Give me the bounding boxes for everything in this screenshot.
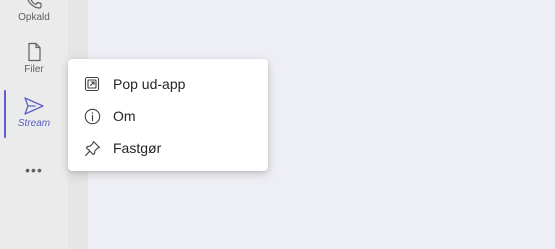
more-icon: ••• <box>25 162 43 178</box>
menu-item-label: Fastgør <box>113 140 162 156</box>
rail-item-files[interactable]: Filer <box>0 42 68 75</box>
rail-item-label: Opkald <box>18 12 50 23</box>
send-icon <box>24 97 44 115</box>
file-icon <box>28 42 41 62</box>
info-icon <box>83 107 101 125</box>
rail-item-label: Stream <box>17 118 51 129</box>
menu-item-pin[interactable]: Fastgør <box>68 132 268 164</box>
more-apps-button[interactable]: ••• <box>0 162 68 180</box>
rail-item-label: Filer <box>24 64 44 75</box>
context-menu: Pop ud-app Om Fastgør <box>68 59 268 171</box>
pop-out-icon <box>83 75 101 93</box>
menu-item-label: Om <box>113 108 136 124</box>
app-rail: Opkald Filer Stream ••• <box>0 0 68 249</box>
pin-icon <box>83 139 101 157</box>
menu-item-pop-out[interactable]: Pop ud-app <box>68 68 268 100</box>
phone-icon <box>27 0 42 9</box>
menu-item-label: Pop ud-app <box>113 76 186 92</box>
rail-item-calls[interactable]: Opkald <box>0 0 68 23</box>
rail-item-stream[interactable]: Stream <box>0 96 68 129</box>
menu-item-about[interactable]: Om <box>68 100 268 132</box>
